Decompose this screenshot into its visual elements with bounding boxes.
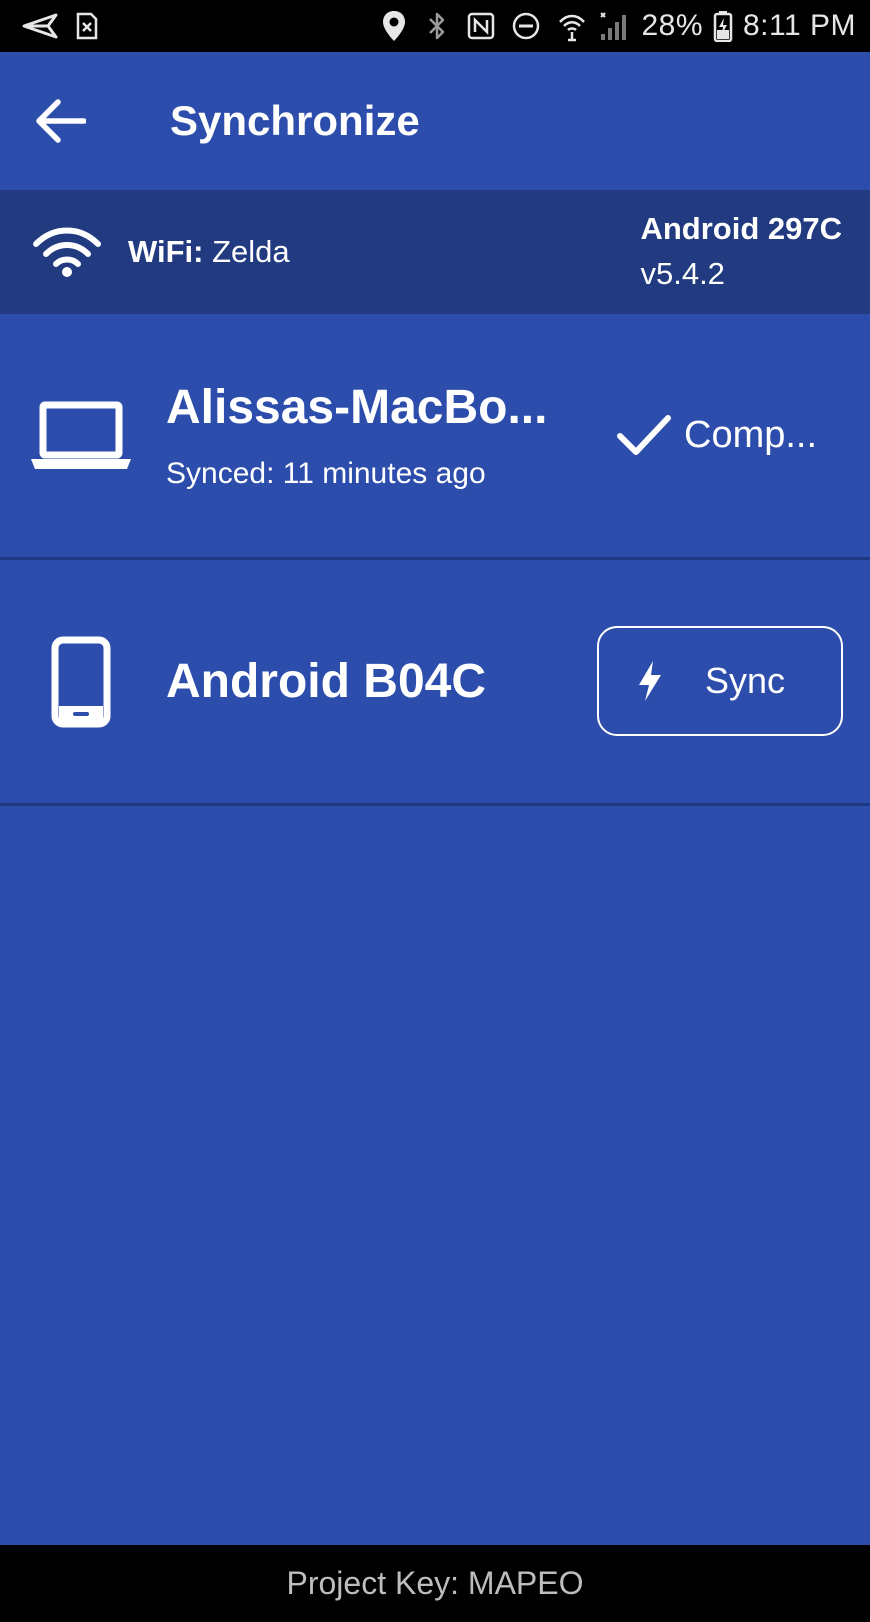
peer-row-android: Android B04C Sync — [0, 560, 870, 806]
status-bar: 28% 8:11 PM — [0, 0, 870, 52]
this-device-name: Android 297C — [640, 211, 842, 246]
project-key: Project Key: MAPEO — [286, 1565, 584, 1601]
checkmark-icon — [616, 414, 672, 458]
back-button[interactable] — [20, 81, 100, 161]
app-bar: Synchronize — [0, 52, 870, 190]
this-device-info: Android 297C v5.4.2 — [640, 207, 842, 297]
wifi-network-name: Zelda — [212, 234, 290, 269]
sync-screen: 28% 8:11 PM Synchronize WiFi: Zelda Andr… — [0, 0, 870, 1622]
clock: 8:11 PM — [743, 9, 856, 42]
wifi-icon — [32, 226, 102, 278]
do-not-disturb-icon — [511, 11, 541, 41]
peer-name: Android B04C — [166, 655, 487, 708]
sync-button-label: Sync — [705, 660, 786, 701]
peer-sync-time: Synced: 11 minutes ago — [166, 457, 486, 490]
sync-button[interactable]: Sync — [597, 626, 843, 736]
sim-error-icon — [76, 12, 98, 40]
battery-charging-icon — [713, 10, 733, 42]
wifi-label: WiFi: — [128, 234, 204, 269]
location-icon — [381, 10, 407, 42]
lightning-icon — [635, 659, 665, 703]
wifi-network: WiFi: Zelda — [128, 234, 290, 270]
sync-status-label: Comp... — [684, 414, 818, 456]
wifi-banner: WiFi: Zelda Android 297C v5.4.2 — [0, 190, 870, 314]
peer-row-macbook: Alissas-MacBo... Synced: 11 minutes ago … — [0, 314, 870, 560]
laptop-icon — [31, 401, 131, 471]
page-title: Synchronize — [170, 97, 420, 144]
app-version: v5.4.2 — [640, 256, 725, 291]
footer: Project Key: MAPEO — [0, 1545, 870, 1622]
phone-icon — [51, 636, 111, 728]
arrow-back-icon — [34, 98, 86, 144]
bluetooth-icon — [427, 11, 447, 41]
wifi-calling-icon — [557, 10, 587, 42]
send-icon — [22, 13, 58, 39]
signal-icon — [597, 10, 631, 42]
nfc-icon — [467, 12, 495, 40]
battery-percent: 28% — [641, 9, 703, 42]
sync-status: Comp... — [616, 414, 817, 458]
peer-name: Alissas-MacBo... — [166, 381, 548, 434]
